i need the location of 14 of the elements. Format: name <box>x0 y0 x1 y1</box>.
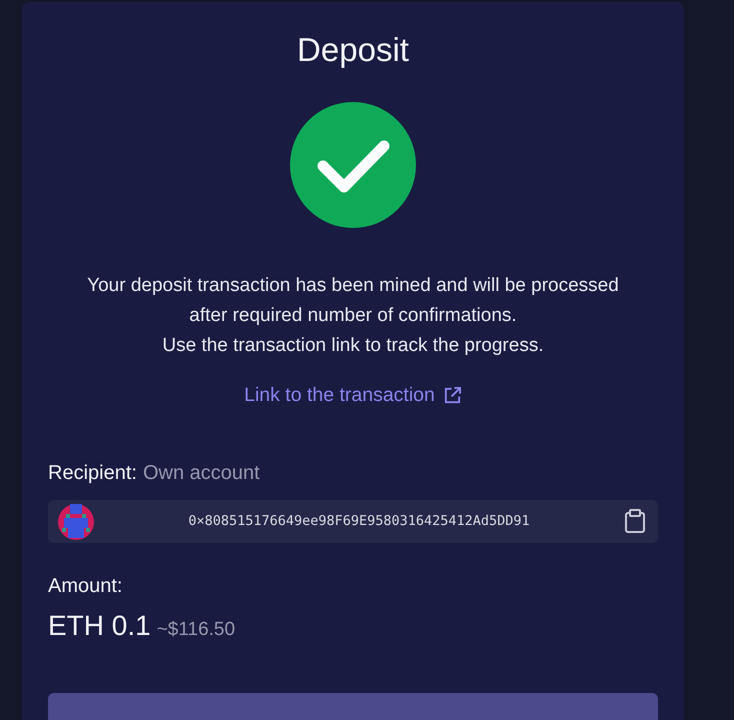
message-line: Use the transaction link to track the progress. <box>161 334 545 358</box>
message-line: Your deposit transaction has been mined and will be processed <box>86 274 620 298</box>
copy-button[interactable] <box>624 509 646 534</box>
avatar-icon <box>58 504 94 540</box>
amount-label: Amount: <box>48 574 124 599</box>
external-link-icon <box>442 386 462 406</box>
fiat-value: ~$116.50 <box>156 618 236 642</box>
transaction-link[interactable]: Link to the transaction <box>244 381 462 410</box>
recipient-value: Own account <box>142 461 260 486</box>
wallet-address: 0×808515176649ee98F69E9580316425412Ad5DD91 <box>187 512 531 532</box>
dialog-title: Deposit <box>296 30 410 70</box>
amount-value: ETH 0.1 <box>48 608 151 643</box>
recipient-label: Recipient: <box>48 461 137 486</box>
message-line: after required number of confirmations. <box>188 304 518 328</box>
